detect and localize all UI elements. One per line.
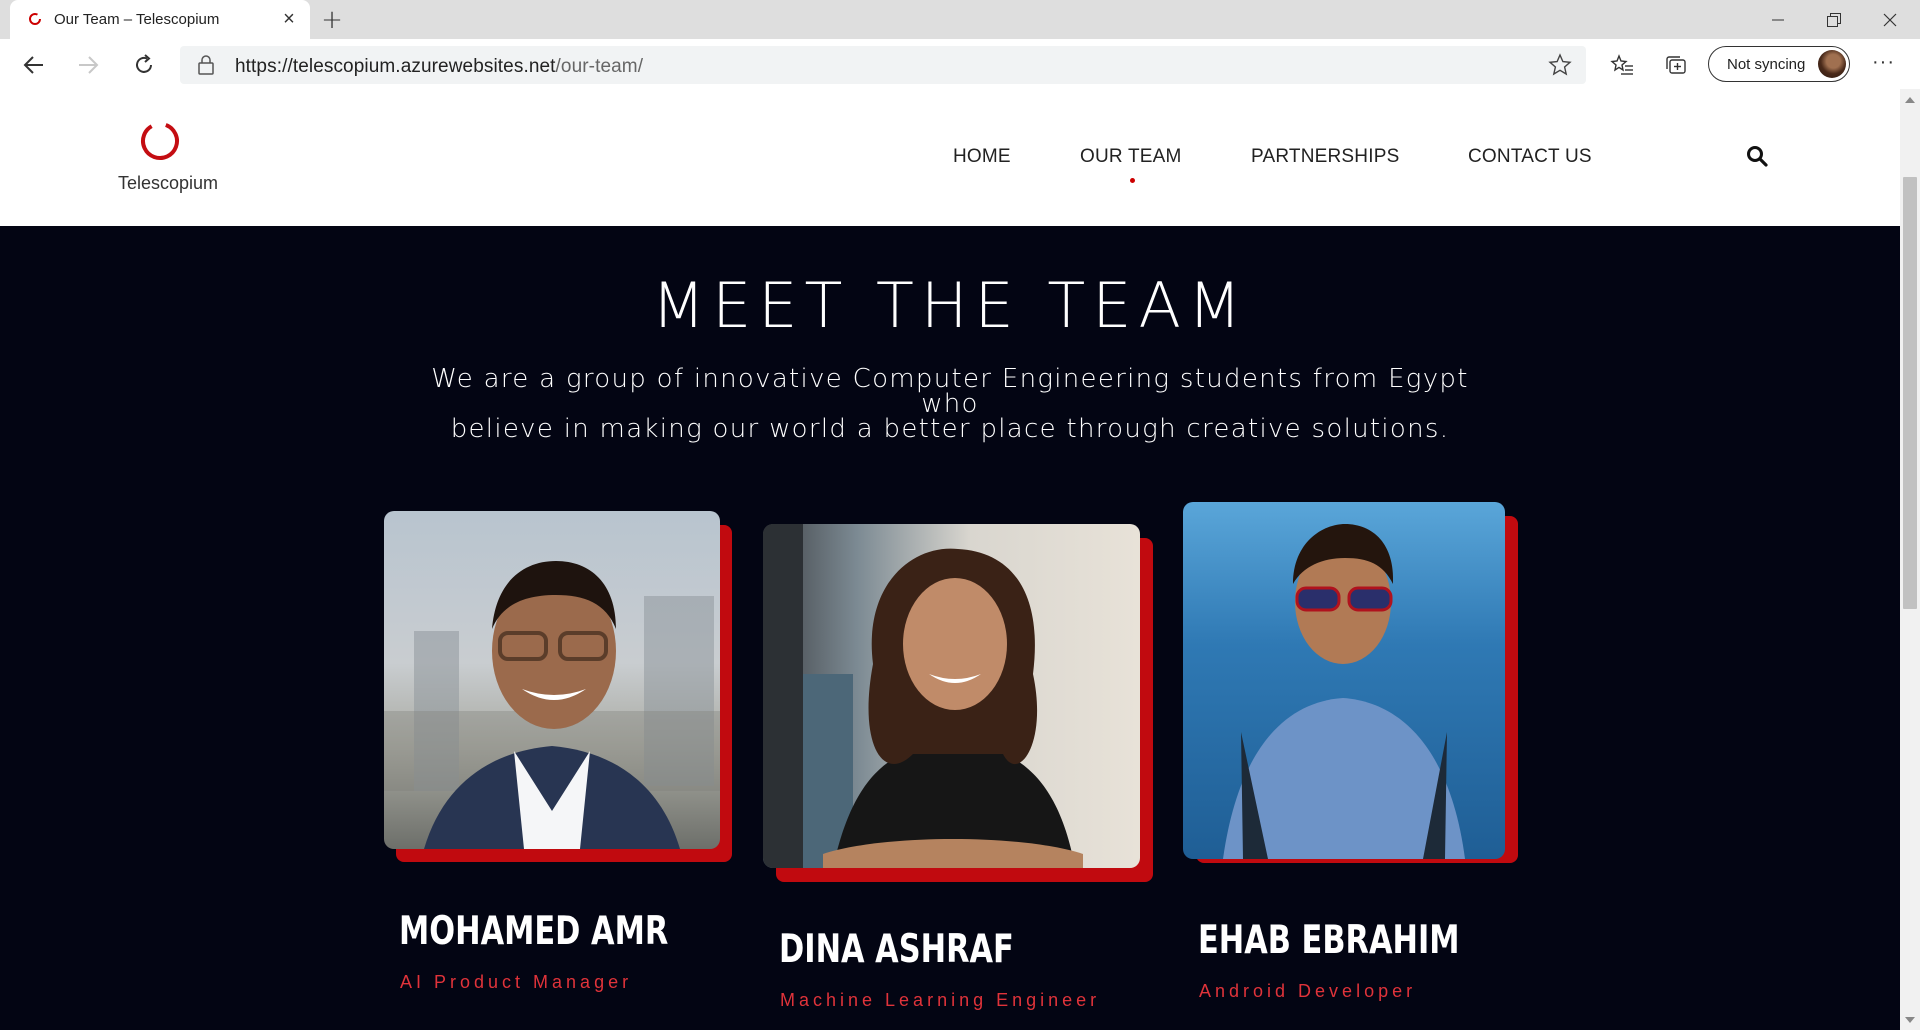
nav-partnerships[interactable]: PARTNERSHIPS [1251, 146, 1399, 168]
url-text: https://telescopium.azurewebsites.net/ou… [235, 56, 643, 78]
browser-tabstrip: Our Team – Telescopium × + [0, 0, 1920, 39]
new-tab-button[interactable]: + [318, 5, 346, 35]
logo-text[interactable]: Telescopium [118, 173, 218, 194]
team-section: MEET THE TEAM We are a group of innovati… [0, 226, 1900, 1030]
restore-icon [1827, 12, 1841, 27]
close-window-button[interactable] [1862, 0, 1918, 39]
lock-icon[interactable] [198, 55, 214, 75]
url-host: https://telescopium.azurewebsites.net [235, 56, 556, 77]
tab-close-icon[interactable]: × [278, 8, 300, 30]
minimize-button[interactable] [1750, 0, 1806, 39]
portrait-image-3 [1223, 524, 1465, 859]
url-path: /our-team/ [555, 56, 644, 77]
profile-sync-button[interactable]: Not syncing [1708, 46, 1850, 82]
telescopium-logo-icon[interactable] [140, 121, 180, 161]
restore-button[interactable] [1806, 0, 1862, 39]
browser-tab[interactable]: Our Team – Telescopium × [10, 0, 310, 39]
nav-contact-us[interactable]: CONTACT US [1468, 146, 1592, 168]
team-intro-line-2: believe in making our world a better pla… [450, 414, 1450, 444]
close-icon [1883, 13, 1897, 26]
site-favicon-icon [29, 13, 41, 25]
member-role-1: AI Product Manager [400, 972, 633, 992]
scroll-down-arrow-icon[interactable] [1905, 1017, 1915, 1023]
team-intro: We are a group of innovative Computer En… [400, 364, 1500, 444]
address-bar[interactable]: https://telescopium.azurewebsites.net/ou… [180, 46, 1586, 84]
nav-home[interactable]: HOME [953, 146, 1011, 168]
portrait-image-2 [763, 524, 1083, 868]
page-scrollbar[interactable] [1900, 89, 1920, 1030]
member-role-3: Android Developer [1199, 981, 1417, 1001]
page-title: MEET THE TEAM [651, 269, 1249, 342]
collections-icon [1666, 56, 1686, 74]
back-button[interactable] [16, 47, 52, 83]
nav-our-team[interactable]: OUR TEAM [1080, 146, 1182, 168]
favorites-button[interactable] [1606, 49, 1638, 81]
sync-label: Not syncing [1727, 56, 1806, 73]
member-photo-3 [1183, 502, 1505, 859]
member-name-1: MOHAMED AMR [399, 909, 669, 954]
browser-toolbar: https://telescopium.azurewebsites.net/ou… [0, 39, 1920, 90]
search-icon[interactable] [1746, 145, 1768, 167]
forward-arrow-icon [79, 56, 99, 74]
site-header: Telescopium HOME OUR TEAM PARTNERSHIPS C… [0, 89, 1900, 226]
page-viewport: Telescopium HOME OUR TEAM PARTNERSHIPS C… [0, 89, 1900, 1030]
minimize-icon [1772, 19, 1784, 20]
scroll-up-arrow-icon[interactable] [1905, 97, 1915, 103]
member-photo-2 [763, 524, 1140, 868]
forward-button[interactable] [70, 47, 106, 83]
active-nav-indicator [1130, 178, 1135, 183]
member-name-2: DINA ASHRAF [779, 927, 1014, 972]
favorites-list-icon [1610, 54, 1633, 75]
profile-avatar [1818, 50, 1846, 78]
refresh-button[interactable] [126, 47, 162, 83]
member-photo-1 [384, 511, 720, 849]
back-arrow-icon [23, 56, 43, 74]
tab-title: Our Team – Telescopium [54, 11, 220, 28]
team-intro-line-1: We are a group of innovative Computer En… [431, 364, 1469, 419]
collections-button[interactable] [1660, 49, 1692, 81]
member-name-3: EHAB EBRAHIM [1198, 918, 1460, 963]
favorite-star-icon[interactable] [1548, 53, 1572, 77]
settings-more-icon[interactable]: ··· [1872, 51, 1895, 74]
portrait-image-1 [384, 561, 720, 849]
member-role-2: Machine Learning Engineer [780, 990, 1101, 1010]
scrollbar-thumb[interactable] [1903, 177, 1917, 609]
refresh-icon [136, 54, 152, 73]
